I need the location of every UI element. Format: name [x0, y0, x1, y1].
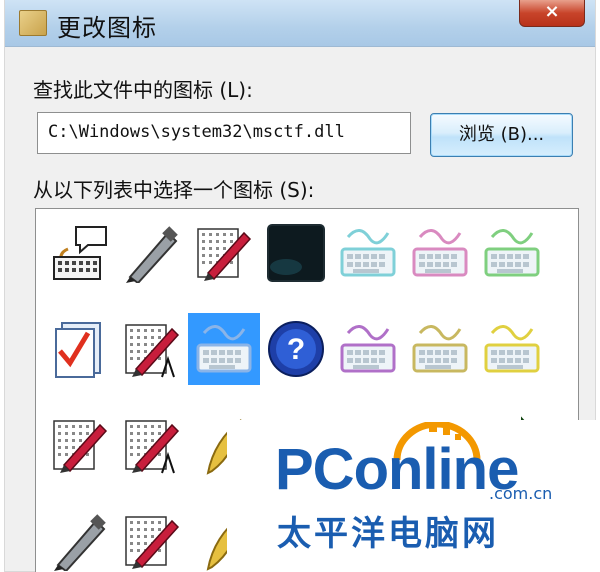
icon-cell[interactable] — [116, 313, 188, 385]
window-title: 更改图标 — [57, 14, 157, 42]
browse-button[interactable]: 浏览 (B)... — [430, 113, 573, 157]
watermark-chinese-name: 太平洋电脑网 — [277, 514, 499, 554]
watermark-domain: .com.cn — [489, 484, 553, 503]
icon-cell[interactable] — [476, 217, 548, 289]
document-check-icon — [55, 322, 101, 378]
icon-cell[interactable] — [260, 217, 332, 289]
keyboard-purple-icon — [340, 325, 396, 373]
keyboard-cyan-icon — [340, 229, 396, 277]
icon-cell[interactable] — [404, 217, 476, 289]
icon-cell[interactable] — [44, 409, 116, 481]
keyboard-yellow-icon — [484, 325, 540, 373]
icon-cell[interactable] — [116, 505, 188, 572]
icon-cell[interactable] — [476, 313, 548, 385]
pen-icon — [126, 226, 178, 283]
svg-text:?: ? — [287, 333, 305, 366]
icon-cell[interactable] — [44, 505, 116, 572]
close-button[interactable]: × — [519, 0, 585, 27]
icon-cell[interactable] — [404, 313, 476, 385]
icon-cell[interactable] — [188, 217, 260, 289]
grid-pen-icon — [53, 420, 108, 473]
title-bar[interactable]: 更改图标 × — [5, 0, 595, 47]
dark-screen-icon — [267, 224, 325, 282]
icon-cell[interactable] — [116, 409, 188, 481]
find-in-file-label: 查找此文件中的图标 (L): — [33, 78, 253, 102]
icon-cell[interactable] — [332, 217, 404, 289]
folder-icon — [19, 10, 47, 36]
grid-pen-compass-icon — [125, 420, 180, 474]
change-icon-dialog: 更改图标 × 查找此文件中的图标 (L): C:\Windows\system3… — [4, 0, 600, 572]
icon-cell[interactable] — [44, 313, 116, 385]
icon-cell[interactable] — [44, 217, 116, 289]
keyboard-green-icon — [484, 229, 540, 277]
choose-icon-label: 从以下列表中选择一个图标 (S): — [33, 178, 315, 202]
keyboard-blue-icon — [196, 325, 252, 373]
help-icon: ? — [268, 321, 324, 377]
pconline-watermark: PConline .com.cn 太平洋电脑网 — [227, 420, 600, 572]
watermark-logo: PConline — [275, 437, 519, 502]
keyboard-pink-icon — [412, 229, 468, 277]
icon-cell[interactable] — [116, 217, 188, 289]
grid-pen-icon — [125, 516, 180, 569]
grid-pen-icon — [197, 228, 252, 281]
grid-pen-compass-icon — [125, 324, 180, 378]
icon-file-path-input[interactable]: C:\Windows\system32\msctf.dll — [37, 112, 411, 154]
icon-cell[interactable] — [332, 313, 404, 385]
keyboard-olive-icon — [412, 325, 468, 373]
keyboard-speech-bubble-icon — [53, 226, 107, 280]
icon-cell[interactable]: ? — [260, 313, 332, 385]
icon-cell[interactable] — [188, 313, 260, 385]
pen-icon — [54, 514, 106, 571]
